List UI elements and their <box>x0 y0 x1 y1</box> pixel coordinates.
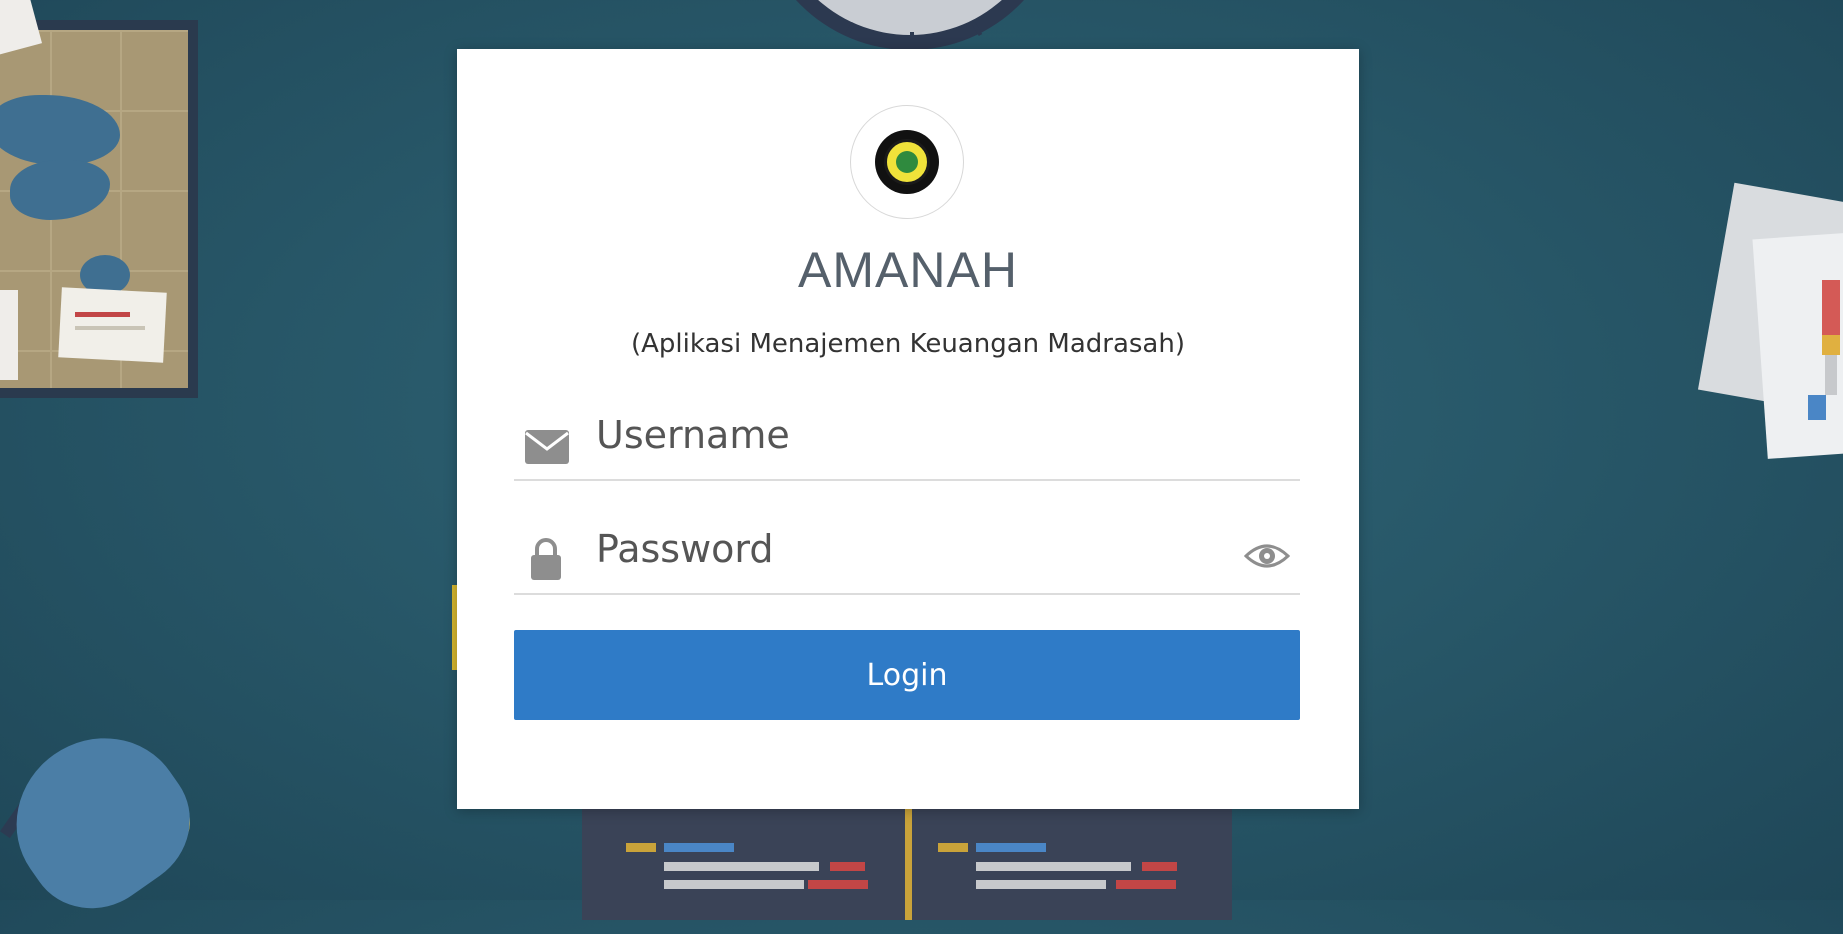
book-line <box>830 862 865 871</box>
madrasah-seal-icon <box>875 130 939 194</box>
seal-core <box>896 151 918 173</box>
app-logo <box>850 105 964 219</box>
paper-chart-bar <box>1808 395 1826 420</box>
eye-icon[interactable] <box>1244 538 1290 574</box>
envelope-icon <box>525 430 569 464</box>
book-line <box>808 880 868 889</box>
password-field <box>514 513 1300 595</box>
app-title: AMANAH <box>798 242 1018 298</box>
sticky-note <box>58 287 167 363</box>
login-card: AMANAH (Aplikasi Menajemen Keuangan Madr… <box>457 49 1359 809</box>
book-line <box>976 843 1046 852</box>
seal-inner <box>884 139 930 185</box>
lock-icon <box>531 538 561 580</box>
book-line <box>976 880 1106 889</box>
login-button[interactable]: Login <box>514 630 1300 720</box>
username-field <box>514 399 1300 481</box>
paper-chart-bar <box>1825 355 1837 395</box>
note-line <box>75 326 145 330</box>
password-input[interactable] <box>594 523 1198 575</box>
paper-chart-bar <box>1822 335 1840 355</box>
book-line <box>1142 862 1177 871</box>
book-line <box>1116 880 1176 889</box>
app-subtitle: (Aplikasi Menajemen Keuangan Madrasah) <box>631 329 1185 359</box>
book-line <box>938 843 968 852</box>
username-input[interactable] <box>594 409 1198 461</box>
book-line <box>664 880 804 889</box>
sticky-note <box>0 290 18 380</box>
book-line <box>664 843 734 852</box>
book-line <box>626 843 656 852</box>
book-line <box>976 862 1131 871</box>
paper-chart-bar <box>1822 280 1840 335</box>
note-line <box>75 312 130 317</box>
book-line <box>664 862 819 871</box>
book-spine <box>905 800 912 920</box>
clock-tick <box>910 32 914 46</box>
